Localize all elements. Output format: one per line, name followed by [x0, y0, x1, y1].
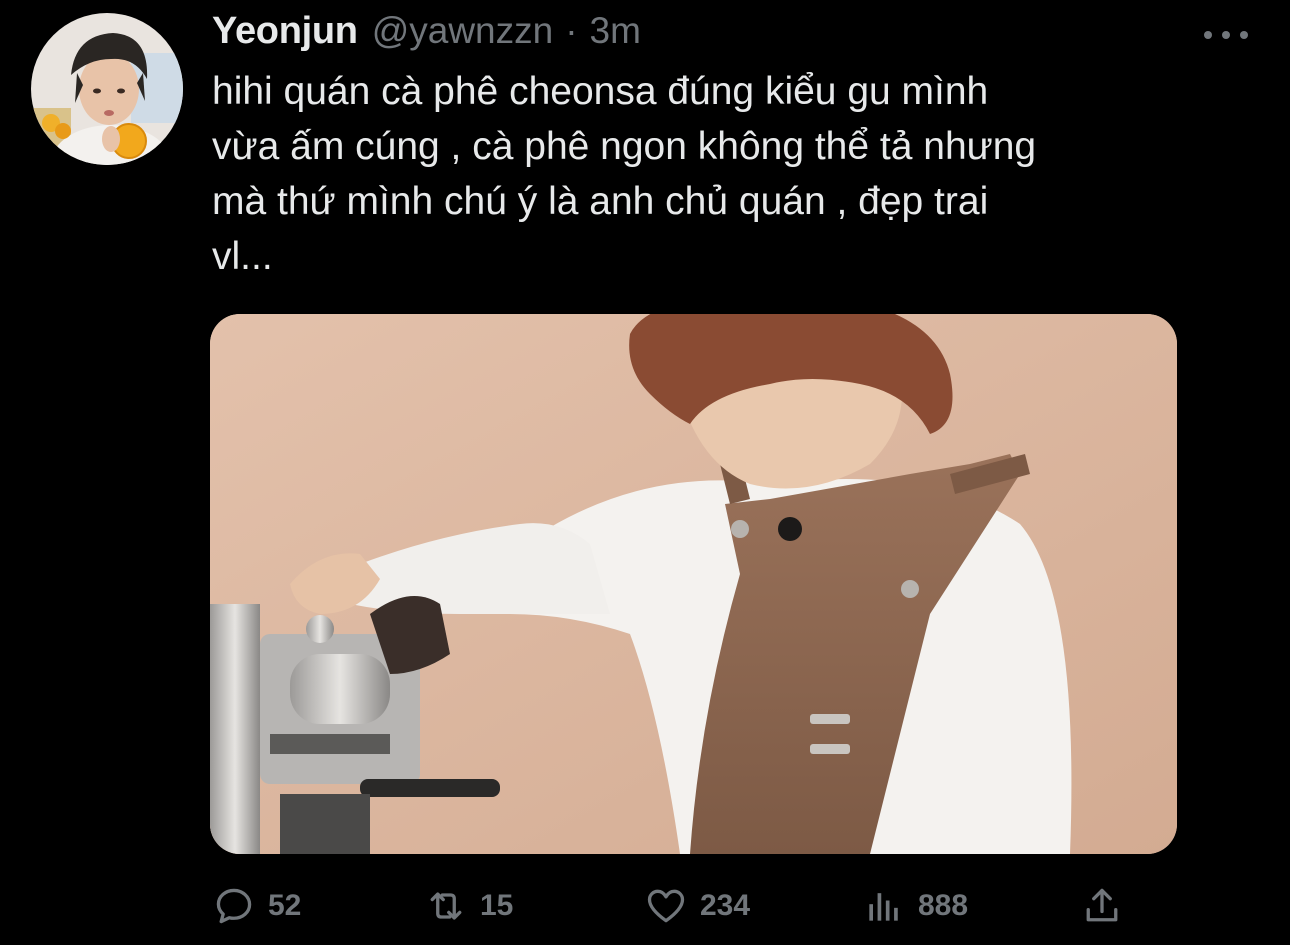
retweet-button[interactable]: 15 [424, 880, 513, 932]
tweet-text-line: hihi quán cà phê cheonsa đúng kiểu gu mì… [212, 70, 989, 113]
like-count: 234 [700, 889, 751, 922]
tweet-text-line: mà thứ mình chú ý là anh chủ quán , đẹp … [212, 180, 989, 223]
reply-count: 52 [268, 889, 302, 922]
header-separator: · [565, 10, 578, 51]
author-handle[interactable]: @yawnzzn [372, 10, 554, 52]
retweet-count: 15 [480, 889, 514, 922]
share-upload-icon [1086, 888, 1118, 922]
tweet-text-line: vl... [212, 235, 273, 278]
views-button[interactable]: 888 [862, 880, 968, 932]
tweet-actions-bar: 52 15 234 888 [212, 880, 1132, 932]
tweet-timestamp[interactable]: 3m [590, 10, 641, 52]
barista-photo [210, 314, 1177, 854]
ellipsis-icon-dot [1222, 31, 1230, 39]
tweet-text-line: vừa ấm cúng , cà phê ngon không thể tả n… [212, 125, 1037, 168]
share-button[interactable] [1080, 880, 1124, 932]
retweet-icon [430, 892, 462, 920]
author-display-name[interactable]: Yeonjun [212, 10, 358, 53]
tweet-media-photo[interactable] [210, 314, 1177, 854]
tweet-text: hihi quán cà phê cheonsa đúng kiểu gu mì… [212, 64, 1252, 284]
heart-icon [647, 889, 685, 923]
ellipsis-icon-dot [1240, 31, 1248, 39]
views-count: 888 [918, 889, 969, 922]
tweet-header: Yeonjun @yawnzzn · 3m [212, 10, 641, 62]
author-avatar[interactable] [31, 13, 183, 165]
reply-button[interactable]: 52 [212, 880, 301, 932]
reply-bubble-icon [216, 888, 252, 924]
tweet[interactable]: Yeonjun @yawnzzn · 3m hihi quán cà phê c… [0, 0, 1290, 945]
ellipsis-icon-dot [1204, 31, 1212, 39]
avatar-photo [31, 13, 183, 165]
analytics-bars-icon [869, 893, 898, 921]
like-button[interactable]: 234 [644, 880, 750, 932]
more-options-button[interactable] [1204, 24, 1248, 46]
